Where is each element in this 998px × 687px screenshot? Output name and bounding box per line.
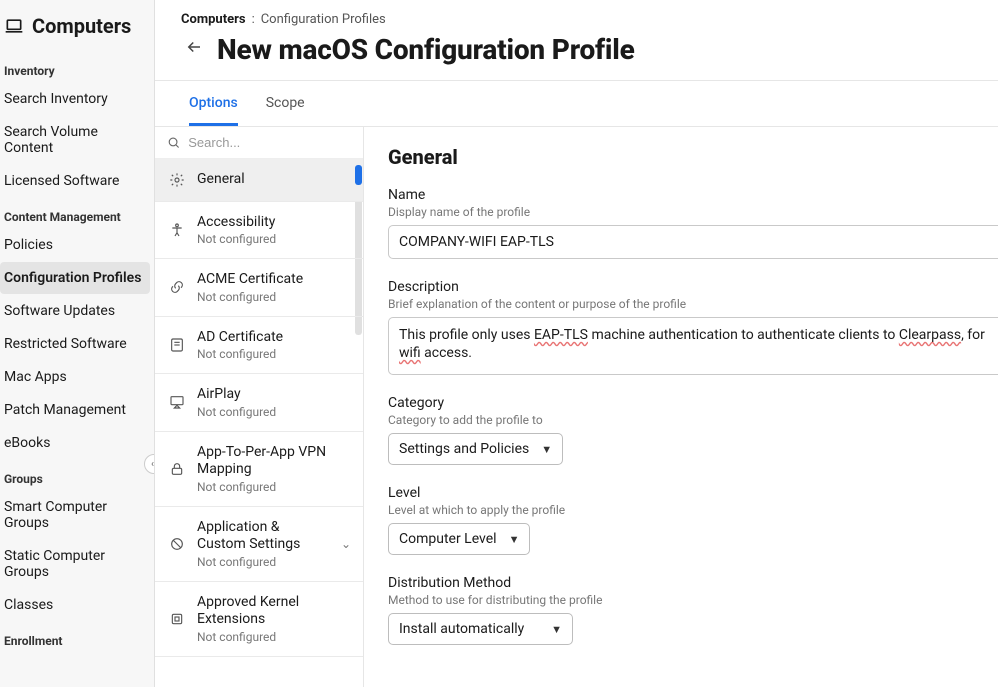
sidebar-section-content: Content Management xyxy=(0,198,154,228)
label-name: Name xyxy=(388,187,998,203)
payload-airplay[interactable]: AirPlayNot configured xyxy=(155,374,363,432)
payload-status: Not configured xyxy=(197,290,353,304)
help-category: Category to add the profile to xyxy=(388,413,998,427)
back-button[interactable] xyxy=(181,34,207,65)
payload-kernel-ext[interactable]: Approved Kernel ExtensionsNot configured xyxy=(155,582,363,657)
label-distribution: Distribution Method xyxy=(388,575,998,591)
payload-name: Application & Custom Settings xyxy=(197,519,327,554)
lock-icon xyxy=(169,461,185,477)
sidebar-item-ebooks[interactable]: eBooks xyxy=(0,427,150,459)
sidebar-item-restricted-software[interactable]: Restricted Software xyxy=(0,328,150,360)
select-value: Install automatically xyxy=(399,621,524,637)
label-category: Category xyxy=(388,395,998,411)
form-panel: General Name Display name of the profile… xyxy=(364,127,998,687)
sidebar-item-smart-groups[interactable]: Smart Computer Groups xyxy=(0,491,150,539)
sidebar-item-classes[interactable]: Classes xyxy=(0,589,150,621)
accessibility-icon xyxy=(169,222,185,238)
display-icon xyxy=(169,394,185,410)
payload-name: Accessibility xyxy=(197,214,353,232)
help-distribution: Method to use for distributing the profi… xyxy=(388,593,998,607)
sidebar-item-policies[interactable]: Policies xyxy=(0,229,150,261)
payload-name: General xyxy=(197,171,353,189)
kernel-icon xyxy=(169,611,185,627)
sidebar-title: Computers xyxy=(0,0,154,52)
link-icon xyxy=(169,279,185,295)
payload-status: Not configured xyxy=(197,232,353,246)
sidebar-section-enrollment: Enrollment xyxy=(0,622,154,652)
input-description[interactable]: This profile only uses EAP-TLS machine a… xyxy=(388,317,998,375)
payload-general[interactable]: General xyxy=(155,159,363,202)
payload-ad-cert[interactable]: AD CertificateNot configured xyxy=(155,317,363,375)
id-icon xyxy=(169,337,185,353)
tab-options[interactable]: Options xyxy=(189,81,238,126)
field-description: Description Brief explanation of the con… xyxy=(388,279,998,375)
payload-panel: General AccessibilityNot configured ACME… xyxy=(155,127,364,687)
payload-app-custom-settings[interactable]: Application & Custom SettingsNot configu… xyxy=(155,507,363,582)
field-name: Name Display name of the profile xyxy=(388,187,998,259)
label-description: Description xyxy=(388,279,998,295)
payload-name: Approved Kernel Extensions xyxy=(197,594,353,629)
sidebar-item-static-groups[interactable]: Static Computer Groups xyxy=(0,540,150,588)
form-heading: General xyxy=(388,145,998,169)
breadcrumb: Computers : Configuration Profiles xyxy=(155,0,998,31)
caret-down-icon: ▼ xyxy=(551,623,562,636)
payload-acme-cert[interactable]: ACME CertificateNot configured xyxy=(155,259,363,317)
payload-status: Not configured xyxy=(197,480,353,494)
sidebar-item-search-inventory[interactable]: Search Inventory xyxy=(0,83,150,115)
payload-scrollbar-thumb[interactable] xyxy=(355,165,362,185)
field-distribution: Distribution Method Method to use for di… xyxy=(388,575,998,645)
payload-status: Not configured xyxy=(197,555,327,569)
select-value: Computer Level xyxy=(399,531,497,547)
arrow-left-icon xyxy=(185,38,203,56)
sidebar-item-patch-management[interactable]: Patch Management xyxy=(0,394,150,426)
laptop-icon xyxy=(4,16,24,36)
breadcrumb-leaf[interactable]: Configuration Profiles xyxy=(261,12,386,27)
sidebar-item-config-profiles[interactable]: Configuration Profiles xyxy=(0,262,150,294)
payload-vpn-mapping[interactable]: App-To-Per-App VPN MappingNot configured xyxy=(155,432,363,507)
search-icon xyxy=(167,135,180,150)
payload-name: ACME Certificate xyxy=(197,271,353,289)
sidebar-item-licensed-software[interactable]: Licensed Software xyxy=(0,165,150,197)
label-level: Level xyxy=(388,485,998,501)
payload-name: AirPlay xyxy=(197,386,353,404)
payload-name: AD Certificate xyxy=(197,329,353,347)
payload-name: App-To-Per-App VPN Mapping xyxy=(197,444,353,479)
sidebar-title-text: Computers xyxy=(32,14,131,38)
tabbar: Options Scope xyxy=(155,81,998,126)
page-title: New macOS Configuration Profile xyxy=(217,33,635,66)
select-distribution[interactable]: Install automatically ▼ xyxy=(388,613,573,645)
field-level: Level Level at which to apply the profil… xyxy=(388,485,998,555)
payload-search xyxy=(155,127,363,159)
sidebar-item-mac-apps[interactable]: Mac Apps xyxy=(0,361,150,393)
payload-status: Not configured xyxy=(197,630,353,644)
field-category: Category Category to add the profile to … xyxy=(388,395,998,465)
input-name[interactable] xyxy=(388,225,998,259)
select-level[interactable]: Computer Level ▼ xyxy=(388,523,530,555)
sidebar-section-groups: Groups xyxy=(0,460,154,490)
sidebar-item-software-updates[interactable]: Software Updates xyxy=(0,295,150,327)
help-level: Level at which to apply the profile xyxy=(388,503,998,517)
help-name: Display name of the profile xyxy=(388,205,998,219)
select-value: Settings and Policies xyxy=(399,441,529,457)
sidebar-item-search-volume[interactable]: Search Volume Content xyxy=(0,116,150,164)
tab-scope[interactable]: Scope xyxy=(266,81,305,126)
block-icon xyxy=(169,536,185,552)
breadcrumb-sep: : xyxy=(252,12,255,27)
breadcrumb-root[interactable]: Computers xyxy=(181,12,246,27)
search-input[interactable] xyxy=(188,135,351,150)
caret-down-icon: ▼ xyxy=(509,533,520,546)
sidebar-section-inventory: Inventory xyxy=(0,52,154,82)
caret-down-icon: ▼ xyxy=(541,443,552,456)
chevron-down-icon[interactable]: ⌄ xyxy=(339,537,353,551)
select-category[interactable]: Settings and Policies ▼ xyxy=(388,433,563,465)
help-description: Brief explanation of the content or purp… xyxy=(388,297,998,311)
payload-accessibility[interactable]: AccessibilityNot configured xyxy=(155,202,363,260)
payload-status: Not configured xyxy=(197,405,353,419)
sidebar: Computers Inventory Search Inventory Sea… xyxy=(0,0,155,687)
settings-icon xyxy=(169,172,185,188)
payload-status: Not configured xyxy=(197,347,353,361)
